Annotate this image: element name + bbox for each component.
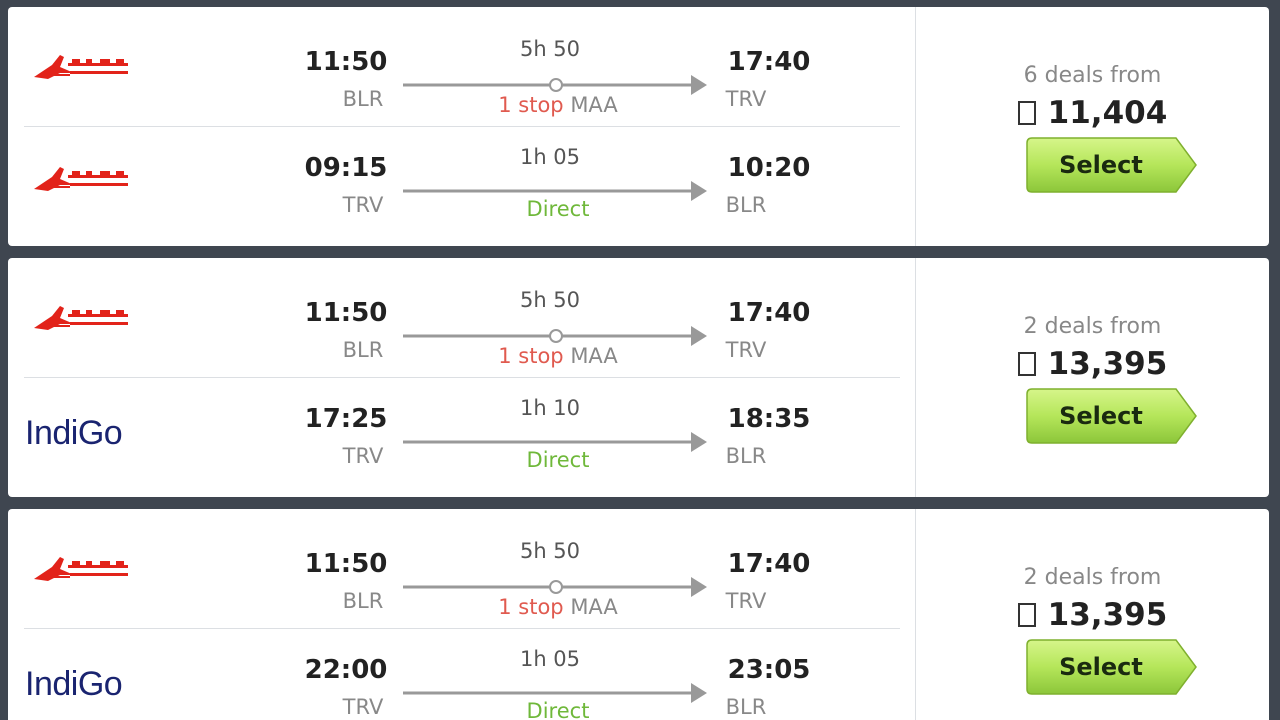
arrival-airport: BLR <box>725 444 767 468</box>
stops-info: Direct <box>448 197 668 221</box>
air-india-logo <box>34 557 128 581</box>
indigo-logo: IndiGo <box>25 665 123 703</box>
result-card[interactable]: 11:50 BLR 5h 50 1 stop MAA 17:40 TRV Ind… <box>8 258 1269 497</box>
departure-time: 11:50 <box>304 298 388 328</box>
stop-count: 1 stop <box>498 93 564 117</box>
deals-count: 2 deals from <box>1023 314 1162 339</box>
departure-time: 11:50 <box>304 549 388 579</box>
arrival-airport: TRV <box>725 87 767 111</box>
price: 13,395 <box>916 597 1269 633</box>
stop-airport: MAA <box>570 595 618 619</box>
departure-airport: BLR <box>342 87 384 111</box>
select-button[interactable]: Select <box>1026 639 1197 695</box>
price-panel: 6 deals from 11,404 Select <box>916 7 1269 246</box>
currency-icon <box>1017 603 1036 627</box>
price-panel: 2 deals from 13,395 Select <box>916 509 1269 720</box>
deals-count: 2 deals from <box>1023 565 1162 590</box>
air-india-logo <box>34 55 128 79</box>
result-card[interactable]: 11:50 BLR 5h 50 1 stop MAA 17:40 TRV 09:… <box>8 7 1269 246</box>
departure-time: 22:00 <box>304 655 388 685</box>
price-value: 13,395 <box>1047 346 1168 382</box>
departure-time: 09:15 <box>304 153 388 183</box>
indigo-logo: IndiGo <box>25 414 123 452</box>
select-button[interactable]: Select <box>1026 137 1197 193</box>
arrival-airport: TRV <box>725 338 767 362</box>
stops-info: Direct <box>448 699 668 720</box>
stop-count: 1 stop <box>498 344 564 368</box>
currency-icon <box>1017 101 1036 125</box>
arrival-airport: TRV <box>725 589 767 613</box>
arrival-airport: BLR <box>725 695 767 719</box>
departure-airport: BLR <box>342 589 384 613</box>
air-india-logo <box>34 167 128 191</box>
select-button[interactable]: Select <box>1026 388 1197 444</box>
stops-info: 1 stop MAA <box>448 344 668 368</box>
arrival-time: 10:20 <box>727 153 811 183</box>
flight-duration: 5h 50 <box>519 288 581 312</box>
direct-label: Direct <box>526 448 590 472</box>
price: 11,404 <box>916 95 1269 131</box>
deals-count: 6 deals from <box>1023 63 1162 88</box>
arrival-time: 17:40 <box>727 298 811 328</box>
air-india-logo <box>34 306 128 330</box>
flight-duration: 5h 50 <box>519 539 581 563</box>
arrival-time: 17:40 <box>727 47 811 77</box>
departure-airport: TRV <box>342 193 384 217</box>
departure-airport: BLR <box>342 338 384 362</box>
price-value: 11,404 <box>1047 95 1168 131</box>
return-leg: 09:15 TRV 1h 05 Direct 10:20 BLR <box>8 127 915 243</box>
price: 13,395 <box>916 346 1269 382</box>
departure-time: 11:50 <box>304 47 388 77</box>
flight-duration: 1h 10 <box>519 396 581 420</box>
stop-count: 1 stop <box>498 595 564 619</box>
select-label: Select <box>1059 151 1143 179</box>
direct-label: Direct <box>526 197 590 221</box>
departure-time: 17:25 <box>304 404 388 434</box>
flight-duration: 5h 50 <box>519 37 581 61</box>
stops-info: Direct <box>448 448 668 472</box>
stops-info: 1 stop MAA <box>448 595 668 619</box>
select-label: Select <box>1059 402 1143 430</box>
departure-airport: TRV <box>342 444 384 468</box>
flight-legs: 11:50 BLR 5h 50 1 stop MAA 17:40 TRV Ind… <box>8 509 915 720</box>
flight-legs: 11:50 BLR 5h 50 1 stop MAA 17:40 TRV Ind… <box>8 258 915 497</box>
outbound-leg: 11:50 BLR 5h 50 1 stop MAA 17:40 TRV <box>8 509 915 625</box>
select-label: Select <box>1059 653 1143 681</box>
result-card[interactable]: 11:50 BLR 5h 50 1 stop MAA 17:40 TRV Ind… <box>8 509 1269 720</box>
price-panel: 2 deals from 13,395 Select <box>916 258 1269 497</box>
outbound-leg: 11:50 BLR 5h 50 1 stop MAA 17:40 TRV <box>8 258 915 374</box>
stops-info: 1 stop MAA <box>448 93 668 117</box>
flight-legs: 11:50 BLR 5h 50 1 stop MAA 17:40 TRV 09:… <box>8 7 915 246</box>
outbound-leg: 11:50 BLR 5h 50 1 stop MAA 17:40 TRV <box>8 7 915 123</box>
price-value: 13,395 <box>1047 597 1168 633</box>
stop-airport: MAA <box>570 344 618 368</box>
return-leg: IndiGo 17:25 TRV 1h 10 Direct 18:35 BLR <box>8 378 915 494</box>
return-leg: IndiGo 22:00 TRV 1h 05 Direct 23:05 BLR <box>8 629 915 720</box>
arrival-airport: BLR <box>725 193 767 217</box>
departure-airport: TRV <box>342 695 384 719</box>
flight-duration: 1h 05 <box>519 647 581 671</box>
direct-label: Direct <box>526 699 590 720</box>
flight-duration: 1h 05 <box>519 145 581 169</box>
arrival-time: 17:40 <box>727 549 811 579</box>
currency-icon <box>1017 352 1036 376</box>
arrival-time: 18:35 <box>727 404 811 434</box>
arrival-time: 23:05 <box>727 655 811 685</box>
stop-airport: MAA <box>570 93 618 117</box>
